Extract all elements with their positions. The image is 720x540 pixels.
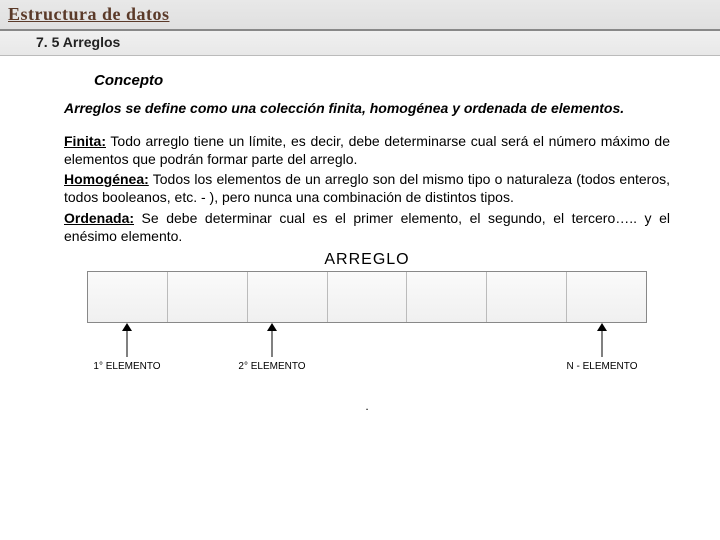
page-title: Estructura de datos (8, 4, 170, 24)
arrow-nth: N - ELEMENTO (557, 323, 647, 372)
concept-heading: Concepto (94, 72, 670, 89)
arrow-second-label: 2° ELEMENTO (227, 361, 317, 372)
homogenea-paragraph: Homogénea: Todos los elementos de un arr… (64, 170, 670, 206)
arrow-nth-label: N - ELEMENTO (557, 361, 647, 372)
arrow-first-label: 1° ELEMENTO (82, 361, 172, 372)
array-cell (248, 272, 328, 322)
footer-dot: . (64, 399, 670, 413)
arrow-up-icon (119, 323, 135, 357)
finita-paragraph: Finita: Todo arreglo tiene un límite, es… (64, 132, 670, 168)
array-cell (567, 272, 646, 322)
finita-label: Finita: (64, 133, 106, 149)
title-bar: Estructura de datos (0, 0, 720, 31)
ordenada-text: Se debe determinar cual es el primer ele… (64, 210, 670, 244)
ordenada-label: Ordenada: (64, 210, 134, 226)
content-area: Concepto Arreglos se define como una col… (0, 56, 720, 413)
array-cell (328, 272, 408, 322)
arrow-up-icon (264, 323, 280, 357)
arrow-first: 1° ELEMENTO (82, 323, 172, 372)
array-cell (487, 272, 567, 322)
ordenada-paragraph: Ordenada: Se debe determinar cual es el … (64, 209, 670, 245)
array-diagram (87, 271, 647, 323)
array-cell (88, 272, 168, 322)
section-bar: 7. 5 Arreglos (0, 31, 720, 56)
arrow-row: 1° ELEMENTO 2° ELEMENTO N - ELEMENTO (87, 323, 647, 393)
homogenea-label: Homogénea: (64, 171, 149, 187)
section-number: 7. 5 Arreglos (36, 34, 120, 50)
diagram-title: ARREGLO (64, 251, 670, 269)
arrow-second: 2° ELEMENTO (227, 323, 317, 372)
definition-text: Arreglos se define como una colección fi… (64, 99, 670, 118)
homogenea-text: Todos los elementos de un arreglo son de… (64, 171, 670, 205)
finita-text: Todo arreglo tiene un límite, es decir, … (64, 133, 670, 167)
array-cell (168, 272, 248, 322)
arrow-up-icon (594, 323, 610, 357)
array-cell (407, 272, 487, 322)
